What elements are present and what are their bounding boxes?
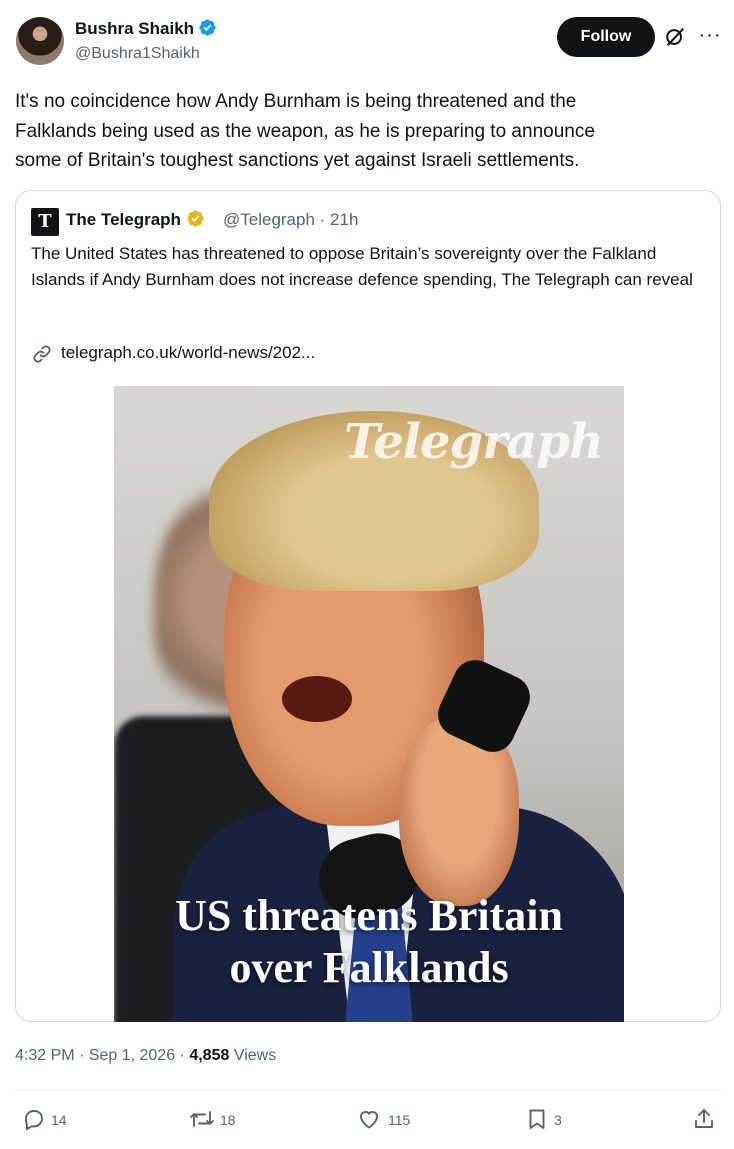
gold-verified-badge-icon	[187, 210, 204, 227]
link-icon	[33, 345, 51, 363]
quote-author-name[interactable]: The Telegraph	[66, 210, 181, 229]
repost-count: 18	[220, 1112, 236, 1128]
reply-count: 14	[51, 1112, 67, 1128]
tweet-timestamp[interactable]: 4:32 PM · Sep 1, 2026 · 4,858 Views	[15, 1045, 276, 1067]
repost-icon	[190, 1111, 214, 1127]
tweet-text: It's no coincidence how Andy Burnham is …	[15, 91, 595, 171]
author-name-row[interactable]: Bushra Shaikh	[75, 18, 217, 40]
reply-icon	[25, 1110, 43, 1131]
share-icon	[695, 1109, 713, 1128]
author-avatar[interactable]	[16, 17, 64, 65]
telegraph-watermark: Telegraph	[344, 414, 604, 470]
like-button[interactable]: 115	[357, 1107, 417, 1135]
bookmark-count: 3	[554, 1112, 562, 1128]
quote-author-row[interactable]: The Telegraph	[66, 209, 205, 231]
mouth	[282, 676, 352, 722]
time-date[interactable]: 4:32 PM · Sep 1, 2026 ·	[15, 1047, 189, 1064]
more-icon[interactable]: ···	[697, 24, 723, 50]
author-name[interactable]: Bushra Shaikh	[75, 19, 194, 38]
bookmark-icon	[529, 1109, 545, 1129]
heart-icon	[360, 1111, 378, 1129]
views-label: Views	[229, 1047, 277, 1064]
quote-link-text[interactable]: telegraph.co.uk/world-news/202...	[61, 341, 315, 365]
quote-handle-time[interactable]: @Telegraph · 21h	[223, 209, 358, 231]
follow-button[interactable]: Follow	[557, 17, 655, 57]
repost-button[interactable]: 18	[189, 1107, 249, 1135]
divider	[15, 1089, 721, 1090]
telegraph-logo-avatar[interactable]: T	[31, 208, 59, 236]
reply-button[interactable]: 14	[22, 1107, 82, 1135]
author-handle[interactable]: @Bushra1Shaikh	[75, 43, 200, 65]
quote-text: The United States has threatened to oppo…	[31, 244, 693, 289]
grok-icon[interactable]	[664, 26, 686, 48]
bookmark-button[interactable]: 3	[525, 1107, 570, 1135]
share-button[interactable]	[692, 1107, 716, 1135]
image-headline: US threatens Britain over Falklands	[175, 891, 563, 992]
telegraph-logo-glyph: T	[32, 209, 58, 235]
like-count: 115	[388, 1112, 411, 1128]
verified-badge-icon	[199, 19, 216, 36]
views-count: 4,858	[189, 1047, 230, 1064]
